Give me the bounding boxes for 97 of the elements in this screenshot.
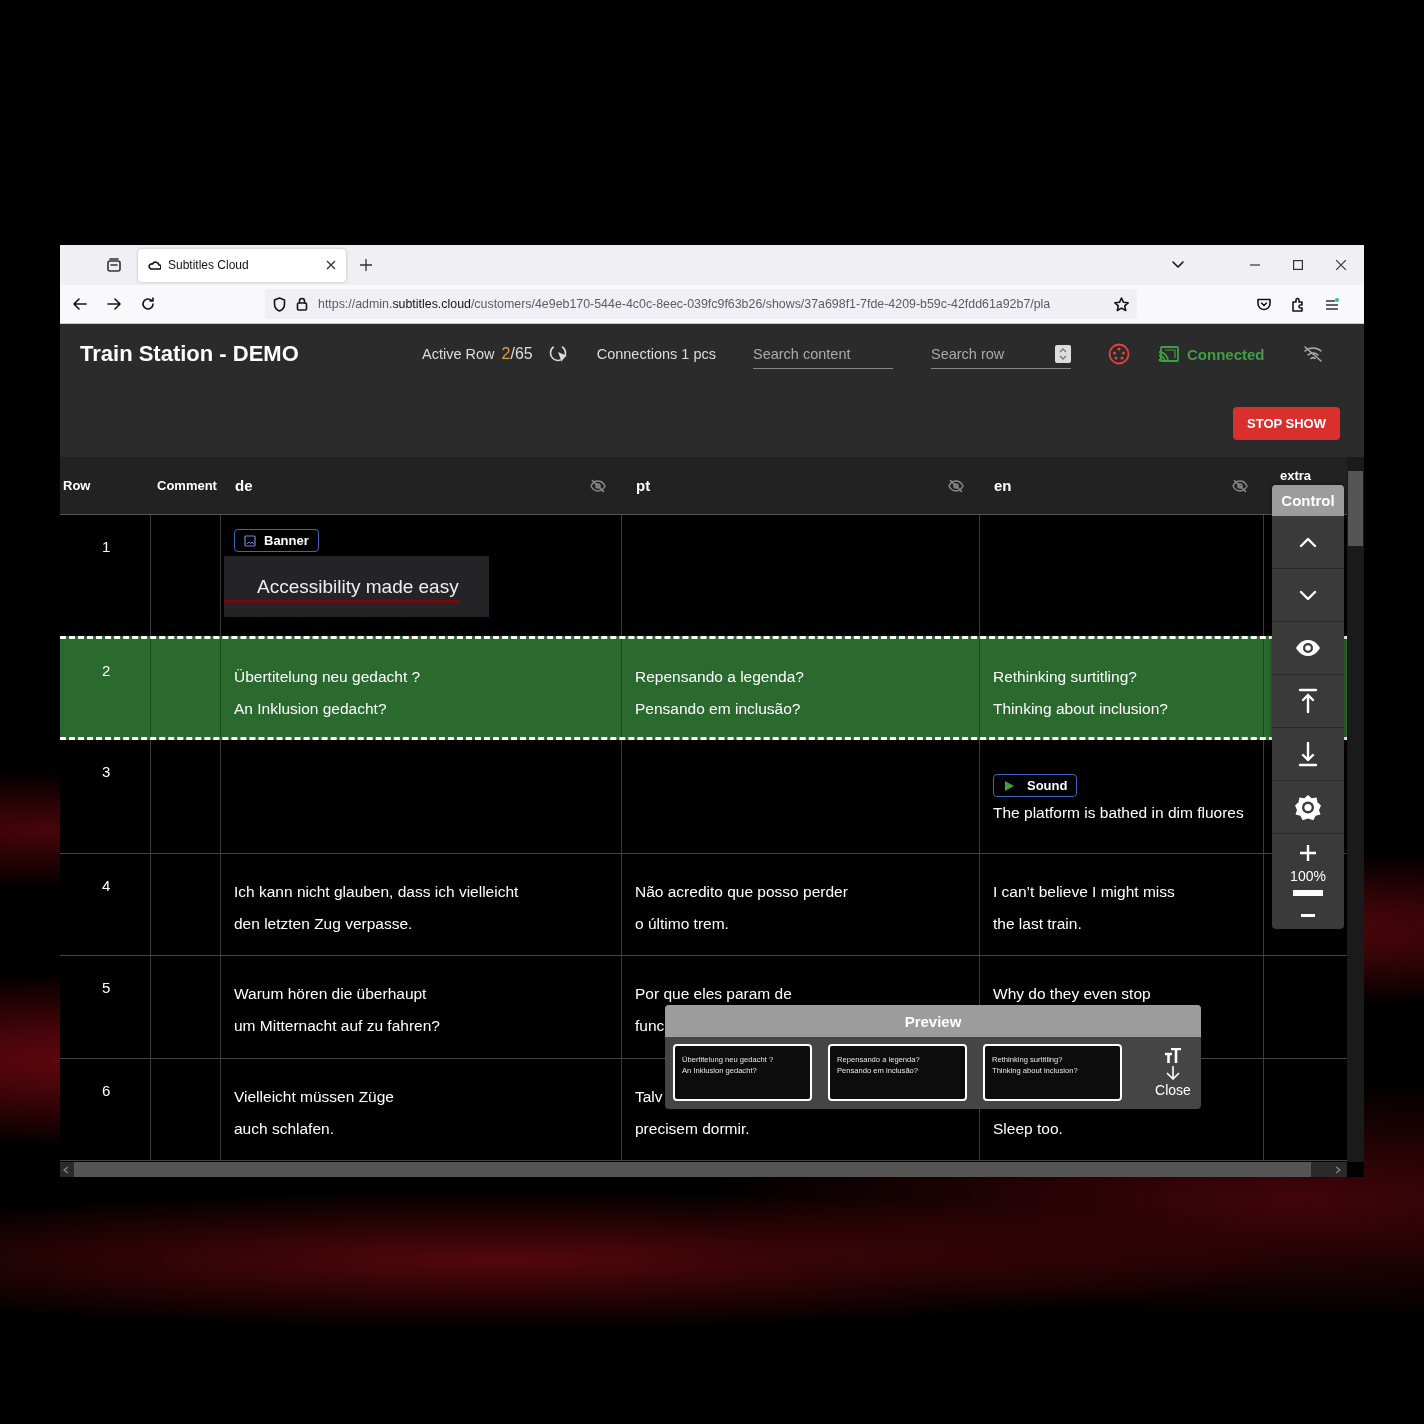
subtitle-line: den letzten Zug verpasse. bbox=[234, 914, 413, 934]
image-icon bbox=[244, 534, 256, 547]
search-content-field[interactable]: Search content bbox=[753, 339, 893, 369]
connections-count: Connections 1 pcs bbox=[596, 346, 716, 362]
row-number: 3 bbox=[101, 762, 112, 780]
menu-icon[interactable] bbox=[1325, 297, 1339, 311]
text-size-icon[interactable] bbox=[1164, 1047, 1182, 1063]
subtitle-line: I can’t believe I might miss bbox=[993, 882, 1175, 902]
zoom-level: 100% bbox=[1290, 868, 1326, 884]
subtitle-line: Warum hören die überhaupt bbox=[234, 984, 427, 1004]
url-text: https://admin.subtitles.cloud/customers/4e9eb170-544e-4c0c-8eec-039fc9f63b26/shows/37a698f1-7fde-4209-b59c-42fdd61a92b7/pla bbox=[318, 297, 1052, 311]
scroll-left-icon[interactable] bbox=[63, 1165, 69, 1174]
subtitle-line: Übertitelung neu gedacht ? bbox=[234, 667, 421, 687]
cast-icon bbox=[1158, 346, 1179, 362]
eye-slash-icon[interactable] bbox=[1232, 478, 1248, 493]
subtitle-line: auch schlafen. bbox=[234, 1119, 334, 1139]
close-icon[interactable] bbox=[326, 260, 336, 270]
row-number: 5 bbox=[101, 978, 112, 996]
subtitle-line: Rethinking surtitling? bbox=[993, 667, 1137, 687]
address-bar[interactable]: https://admin.subtitles.cloud/customers/4e9eb170-544e-4c0c-8eec-039fc9f63b26/shows/37a698f1-7fde-4209-b59c-42fdd61a92b7/pla bbox=[265, 289, 1137, 319]
subtitle-line: Vielleicht müssen Züge bbox=[234, 1087, 394, 1107]
subtitle-line: Por que eles param de bbox=[635, 984, 792, 1004]
vertical-scrollbar[interactable] bbox=[1347, 457, 1364, 1162]
arrow-to-top-button[interactable] bbox=[1272, 675, 1344, 728]
arrow-to-bottom-button[interactable] bbox=[1272, 728, 1344, 781]
row-number: 2 bbox=[101, 661, 112, 679]
subtitle-line: Sleep too. bbox=[993, 1119, 1063, 1139]
pocket-icon[interactable] bbox=[1257, 297, 1271, 311]
lock-icon bbox=[296, 297, 308, 311]
star-icon[interactable] bbox=[1114, 296, 1129, 312]
signal-off-icon[interactable] bbox=[1302, 346, 1323, 362]
eye-button[interactable] bbox=[1272, 622, 1344, 675]
stop-show-button[interactable]: STOP SHOW bbox=[1233, 407, 1340, 440]
reel-icon[interactable] bbox=[1108, 343, 1130, 365]
column-header: Row bbox=[63, 478, 91, 493]
app-title: Train Station - DEMO bbox=[80, 341, 300, 367]
play-icon bbox=[1003, 779, 1015, 792]
eye-slash-icon[interactable] bbox=[590, 478, 606, 493]
subtitle-line: func bbox=[635, 1016, 665, 1036]
subtitle-line: precisem dormir. bbox=[635, 1119, 750, 1139]
panel-title: Control bbox=[1272, 485, 1344, 516]
maximize-icon[interactable] bbox=[1293, 260, 1303, 270]
active-row-label: Active Row bbox=[422, 346, 495, 362]
cloud-icon bbox=[148, 260, 161, 270]
active-row-count: 2/65 bbox=[501, 345, 533, 363]
subtitle-line: Ich kann nicht glauben, dass ich vielleicht bbox=[234, 882, 519, 902]
brightness-button[interactable] bbox=[1272, 781, 1344, 834]
banner-tag: Banner bbox=[234, 529, 319, 552]
column-header: de bbox=[235, 477, 253, 494]
new-tab-icon[interactable] bbox=[360, 259, 372, 271]
arrow-down-icon bbox=[1166, 1064, 1180, 1080]
column-header: extra bbox=[1280, 468, 1312, 483]
shield-icon bbox=[273, 296, 286, 312]
row-number: 4 bbox=[101, 876, 112, 894]
subtitle-line: An Inklusion gedacht? bbox=[234, 699, 387, 719]
extensions-icon[interactable] bbox=[1291, 296, 1305, 312]
brightness-icon bbox=[1294, 793, 1322, 821]
browser-tab[interactable]: Subtitles Cloud bbox=[138, 248, 346, 282]
eye-icon bbox=[1295, 638, 1321, 658]
column-header: en bbox=[994, 477, 1012, 494]
chevron-up-icon bbox=[1298, 535, 1318, 549]
banner-text: Accessibility made easy bbox=[224, 576, 459, 603]
column-header: Comment bbox=[157, 478, 217, 493]
subtitle-line: um Mitternacht auf zu fahren? bbox=[234, 1016, 440, 1036]
search-row-field[interactable]: Search row bbox=[931, 339, 1055, 369]
arrow-to-top-icon bbox=[1298, 688, 1318, 714]
subtitle-line: Talv bbox=[635, 1087, 663, 1107]
eye-slash-icon[interactable] bbox=[948, 478, 964, 493]
zoom-in-icon[interactable] bbox=[1299, 844, 1317, 862]
scroll-right-icon[interactable] bbox=[1335, 1165, 1341, 1174]
cursor-click-icon[interactable] bbox=[548, 344, 569, 364]
back-arrow-icon[interactable] bbox=[73, 298, 87, 310]
close-button[interactable]: Close bbox=[1155, 1081, 1191, 1098]
chevron-down-icon bbox=[1298, 588, 1318, 602]
subtitle-line: Why do they even stop bbox=[993, 984, 1151, 1004]
sound-tag: Sound bbox=[993, 774, 1078, 797]
subtitle-line: Thinking about inclusion? bbox=[993, 699, 1168, 719]
subtitle-line: Repensando a legenda? bbox=[635, 667, 804, 687]
chevron-down-icon[interactable] bbox=[1172, 261, 1184, 269]
subtitle-line: Não acredito que posso perder bbox=[635, 882, 848, 902]
arrow-to-bottom-icon bbox=[1298, 741, 1318, 767]
forward-arrow-icon bbox=[107, 298, 121, 310]
reload-icon[interactable] bbox=[141, 297, 155, 311]
tab-list-icon[interactable] bbox=[106, 257, 122, 273]
zoom-bar-icon bbox=[1293, 890, 1323, 896]
connection-status: Connected bbox=[1187, 345, 1265, 363]
column-header: pt bbox=[636, 477, 651, 494]
subtitle-line: Pensando em inclusão? bbox=[635, 699, 801, 719]
selected-row[interactable]: 2 Übertitelung neu gedacht ? An Inklusion gedacht? Repensando a legenda? Pensando em inclusão? Rethinking surtitling? Thinking about inclusion? bbox=[60, 636, 1347, 740]
horizontal-scrollbar[interactable] bbox=[60, 1162, 1347, 1177]
row-number: 6 bbox=[101, 1081, 112, 1099]
preview-title: Preview bbox=[665, 1005, 1201, 1037]
subtitle-line: the last train. bbox=[993, 914, 1082, 934]
subtitle-line: The platform is bathed in dim fluores bbox=[993, 803, 1244, 823]
subtitle-line: o último trem. bbox=[635, 914, 729, 934]
row-number: 1 bbox=[101, 537, 112, 555]
close-icon[interactable] bbox=[1336, 260, 1346, 270]
